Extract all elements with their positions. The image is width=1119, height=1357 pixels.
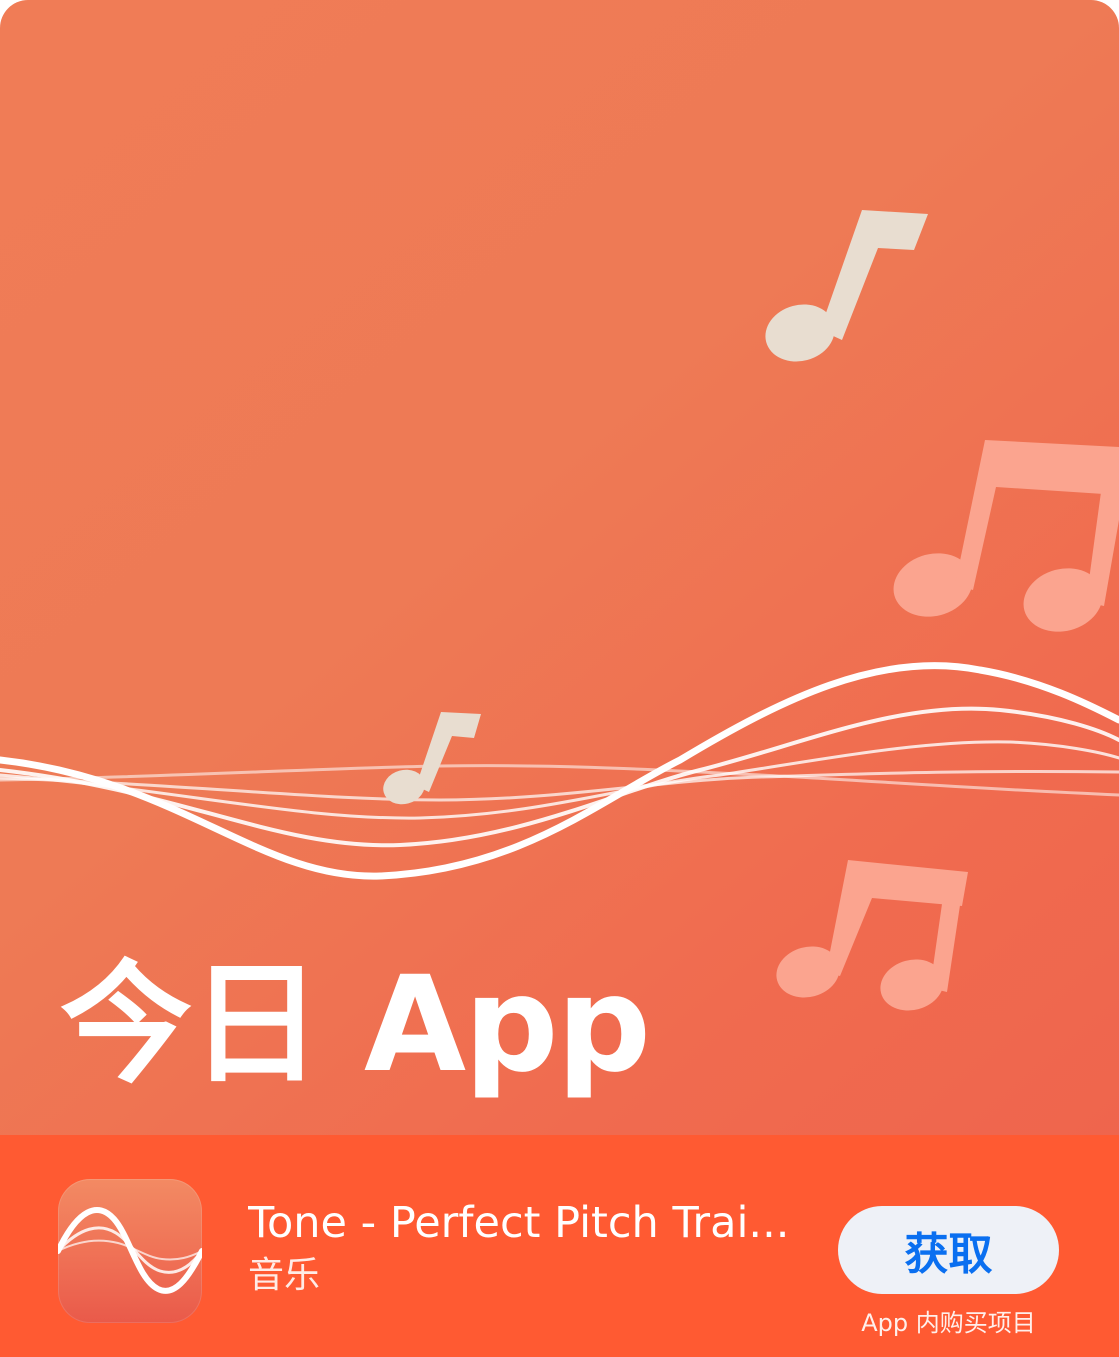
sine-wave-icon[interactable] [58,1179,202,1323]
app-info-bar[interactable]: Tone - Perfect Pitch Trai... 音乐 获取 App 内… [0,1135,1119,1357]
beamed-notes-icon [776,860,968,1011]
today-card[interactable]: 今日 App Tone - Perfect Pitch Trai... 音乐 获… [0,0,1119,1357]
app-name[interactable]: Tone - Perfect Pitch Trai... [248,1197,808,1249]
in-app-purchase-note: App 内购买项目 [861,1309,1036,1337]
sine-wave-glyph [58,1207,202,1294]
beamed-notes-icon [893,440,1119,632]
eighth-note-icon [383,712,481,805]
get-button[interactable]: 获取 [838,1206,1059,1294]
app-category: 音乐 [248,1255,321,1296]
wave-lines [0,662,1119,880]
card-headline: 今日 App [60,948,651,1102]
eighth-note-icon [765,210,928,362]
